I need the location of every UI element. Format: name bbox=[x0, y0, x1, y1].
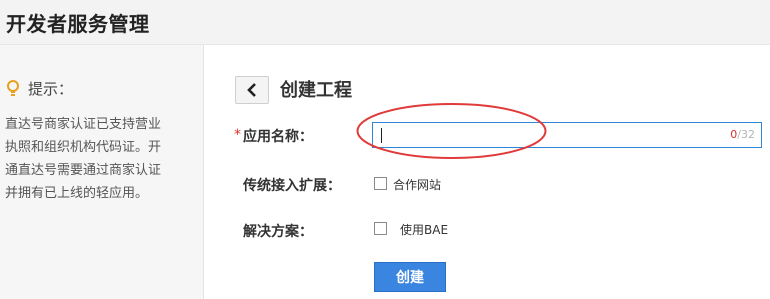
page-title: 开发者服务管理 bbox=[6, 12, 150, 36]
app-name-label: 应用名称： bbox=[243, 129, 313, 145]
partner-site-label: 合作网站 bbox=[393, 178, 442, 192]
back-button[interactable] bbox=[235, 76, 269, 104]
solution-label: 解决方案： bbox=[243, 224, 313, 240]
form-heading: 创建工程 bbox=[280, 80, 352, 101]
text-caret bbox=[381, 128, 382, 143]
use-bae-checkbox[interactable] bbox=[374, 222, 387, 235]
required-mark: * bbox=[234, 127, 241, 143]
extension-label: 传统接入扩展： bbox=[243, 178, 341, 194]
app-name-input[interactable]: 0/32 bbox=[372, 122, 762, 148]
lightbulb-icon bbox=[7, 79, 19, 96]
char-max: /32 bbox=[737, 128, 755, 141]
tip-line: 执照和组织机构代码证。开 bbox=[5, 140, 162, 155]
page-header: 开发者服务管理 bbox=[0, 0, 770, 45]
tips-sidebar: 提示： 直达号商家认证已支持营业 执照和组织机构代码证。开 通直达号需要通过商家… bbox=[0, 45, 204, 299]
use-bae-label: 使用BAE bbox=[400, 223, 449, 237]
tip-line: 通直达号需要通过商家认证 bbox=[5, 163, 162, 178]
char-counter: 0/32 bbox=[730, 128, 755, 141]
chevron-left-icon bbox=[247, 83, 256, 97]
tip-title: 提示： bbox=[28, 80, 74, 98]
tip-heading: 提示： bbox=[6, 78, 73, 99]
partner-site-checkbox[interactable] bbox=[374, 177, 387, 190]
tip-line: 并拥有已上线的轻应用。 bbox=[5, 186, 149, 201]
tip-text: 直达号商家认证已支持营业 执照和组织机构代码证。开 通直达号需要通过商家认证 并… bbox=[5, 113, 197, 205]
tip-line: 直达号商家认证已支持营业 bbox=[5, 117, 162, 132]
create-button[interactable]: 创建 bbox=[374, 262, 446, 292]
